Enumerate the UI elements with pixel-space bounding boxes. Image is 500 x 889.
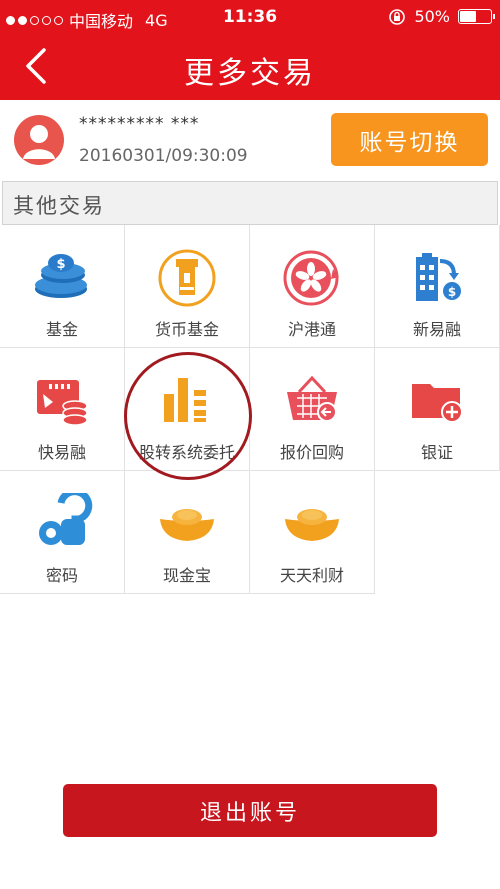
key-icon bbox=[39, 493, 93, 545]
grid-item-hk-connect[interactable]: 沪港通 bbox=[250, 225, 375, 348]
rotation-lock-icon bbox=[389, 8, 406, 25]
stock-transfer-icon bbox=[164, 378, 206, 422]
nav-bar: 更多交易 bbox=[0, 34, 500, 100]
basket-repurchase-icon bbox=[287, 375, 337, 422]
grid-item-label: 沪港通 bbox=[287, 320, 336, 339]
battery-icon bbox=[458, 9, 495, 24]
grid-item-label: 现金宝 bbox=[162, 566, 211, 585]
building-finance-icon: $ bbox=[416, 253, 461, 301]
gold-ingot-icon bbox=[285, 509, 339, 541]
grid-item-cash-bao[interactable]: 现金宝 bbox=[125, 471, 250, 594]
grid-item-label: 银证 bbox=[420, 443, 453, 462]
grid-item-label: 天天利财 bbox=[279, 566, 344, 585]
grid-item-label: 新易融 bbox=[412, 320, 461, 339]
grid-item-kuai-yi-rong[interactable]: 快易融 bbox=[0, 348, 125, 471]
money-fund-icon bbox=[158, 249, 216, 307]
grid-item-money-fund[interactable]: 货币基金 bbox=[125, 225, 250, 348]
hk-connect-icon bbox=[283, 250, 339, 306]
battery-percent: 50% bbox=[414, 7, 450, 26]
grid-item-label: 快易融 bbox=[37, 443, 86, 462]
account-row: ********* *** 20160301/09:30:09 账号切换 bbox=[0, 100, 500, 180]
grid-item-quote-repurchase[interactable]: 报价回购 bbox=[250, 348, 375, 471]
grid-item-label: 基金 bbox=[45, 320, 78, 339]
grid-item-label: 报价回购 bbox=[279, 443, 344, 462]
grid-item-label: 密码 bbox=[45, 566, 78, 585]
user-icon bbox=[23, 125, 55, 159]
fund-coins-icon: $ bbox=[35, 254, 87, 298]
section-title: 其他交易 bbox=[13, 194, 105, 218]
account-timestamp: 20160301/09:30:09 bbox=[79, 146, 248, 166]
grid-item-bank-securities[interactable]: 银证 bbox=[375, 348, 500, 471]
grid-item-xin-yi-rong[interactable]: $ 新易融 bbox=[375, 225, 500, 348]
status-right: 50% bbox=[388, 7, 495, 26]
avatar bbox=[14, 115, 64, 165]
grid-item-password[interactable]: 密码 bbox=[0, 471, 125, 594]
top-bar: 中国移动 4G 11:36 50% 更多交易 bbox=[0, 0, 500, 100]
grid-item-stock-transfer[interactable]: 股转系统委托 bbox=[125, 348, 250, 471]
status-bar: 中国移动 4G 11:36 50% bbox=[0, 0, 500, 34]
svg-text:$: $ bbox=[448, 285, 456, 299]
account-number: ********* *** bbox=[79, 114, 200, 134]
grid-item-label: 货币基金 bbox=[154, 320, 219, 339]
logout-button[interactable]: 退出账号 bbox=[63, 784, 437, 837]
bank-folder-icon bbox=[412, 384, 463, 423]
grid-item-fund[interactable]: $ 基金 bbox=[0, 225, 125, 348]
section-header: 其他交易 bbox=[2, 181, 498, 225]
grid-item-label: 股转系统委托 bbox=[138, 443, 235, 462]
switch-account-button[interactable]: 账号切换 bbox=[331, 113, 488, 166]
page-title: 更多交易 bbox=[184, 56, 316, 91]
grid-item-tian-tian-li-cai[interactable]: 天天利财 bbox=[250, 471, 375, 594]
svg-text:$: $ bbox=[56, 257, 65, 272]
gold-ingot-icon bbox=[160, 509, 214, 541]
quick-finance-icon bbox=[37, 380, 88, 426]
